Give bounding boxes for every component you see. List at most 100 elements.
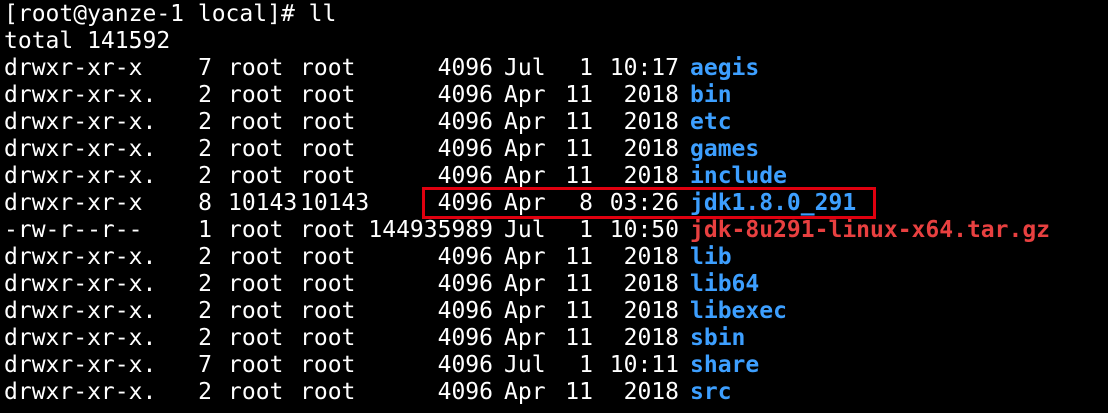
file-owner: root [228,136,284,162]
file-owner: root [228,55,284,81]
file-owner: root [228,271,284,297]
file-size: 4096 [437,352,493,378]
file-time-or-year: 10:11 [609,352,679,378]
total-line: total 141592 [4,28,171,54]
file-owner: root [228,109,284,135]
file-owner: root [228,82,284,108]
file-link-count: 2 [198,379,212,405]
file-link-count: 2 [198,271,212,297]
file-time-or-year: 2018 [623,136,679,162]
terminal-window[interactable]: [root@yanze-1 local]# ll total 141592 dr… [0,0,1108,413]
file-day: 1 [579,55,593,81]
file-group: root [300,109,356,135]
file-group: root [300,136,356,162]
file-owner: root [228,163,284,189]
file-owner: 10143 [228,190,298,216]
file-day: 11 [565,109,593,135]
file-link-count: 7 [198,352,212,378]
file-link-count: 2 [198,136,212,162]
prompt-line: [root@yanze-1 local]# ll [4,1,337,27]
file-month: Jul [504,55,546,81]
file-day: 1 [579,352,593,378]
file-link-count: 2 [198,244,212,270]
file-size: 4096 [437,82,493,108]
highlight-annotation-box [422,187,876,219]
file-size: 4096 [437,379,493,405]
file-name: src [690,379,732,405]
file-name: include [690,163,787,189]
file-day: 11 [565,298,593,324]
file-name: lib64 [690,271,760,297]
file-name: games [690,136,760,162]
file-size: 4096 [437,271,493,297]
file-month: Apr [504,109,546,135]
file-group: root [300,163,356,189]
file-day: 11 [565,325,593,351]
file-owner: root [228,379,284,405]
file-link-count: 1 [198,217,212,243]
file-name: lib [690,244,732,270]
file-group: root [300,325,356,351]
file-size: 4096 [437,325,493,351]
file-owner: root [228,217,284,243]
file-owner: root [228,352,284,378]
file-link-count: 2 [198,82,212,108]
file-day: 1 [579,217,593,243]
file-link-count: 2 [198,163,212,189]
file-time-or-year: 10:50 [609,217,679,243]
file-owner: root [228,298,284,324]
file-group: root [300,298,356,324]
file-month: Apr [504,244,546,270]
file-time-or-year: 2018 [623,109,679,135]
file-day: 11 [565,136,593,162]
file-owner: root [228,244,284,270]
file-group: root [300,217,356,243]
file-month: Apr [504,136,546,162]
file-month: Apr [504,298,546,324]
file-size: 4096 [437,109,493,135]
file-size: 4096 [437,244,493,270]
file-time-or-year: 10:17 [609,55,679,81]
file-name: libexec [690,298,787,324]
file-month: Apr [504,379,546,405]
file-size: 4096 [437,55,493,81]
file-time-or-year: 2018 [623,379,679,405]
file-link-count: 2 [198,109,212,135]
file-day: 11 [565,379,593,405]
file-group: root [300,379,356,405]
file-group: root [300,55,356,81]
file-day: 11 [565,271,593,297]
file-month: Jul [504,217,546,243]
file-day: 11 [565,244,593,270]
file-name: share [690,352,760,378]
file-month: Apr [504,82,546,108]
file-time-or-year: 2018 [623,163,679,189]
file-time-or-year: 2018 [623,298,679,324]
file-month: Apr [504,271,546,297]
file-month: Apr [504,163,546,189]
file-name: jdk-8u291-linux-x64.tar.gz [690,217,1051,243]
file-time-or-year: 2018 [623,82,679,108]
file-size: 4096 [437,298,493,324]
file-link-count: 2 [198,298,212,324]
file-day: 11 [565,163,593,189]
file-name: sbin [690,325,746,351]
file-day: 11 [565,82,593,108]
file-time-or-year: 2018 [623,271,679,297]
file-group: root [300,244,356,270]
file-name: etc [690,109,732,135]
file-group: root [300,352,356,378]
file-size: 144935989 [368,217,493,243]
file-link-count: 2 [198,325,212,351]
file-time-or-year: 2018 [623,325,679,351]
file-month: Apr [504,325,546,351]
file-owner: root [228,325,284,351]
file-name: bin [690,82,732,108]
file-time-or-year: 2018 [623,244,679,270]
file-name: aegis [690,55,760,81]
file-group: root [300,271,356,297]
file-group: root [300,82,356,108]
file-size: 4096 [437,136,493,162]
file-link-count: 7 [198,55,212,81]
file-size: 4096 [437,163,493,189]
